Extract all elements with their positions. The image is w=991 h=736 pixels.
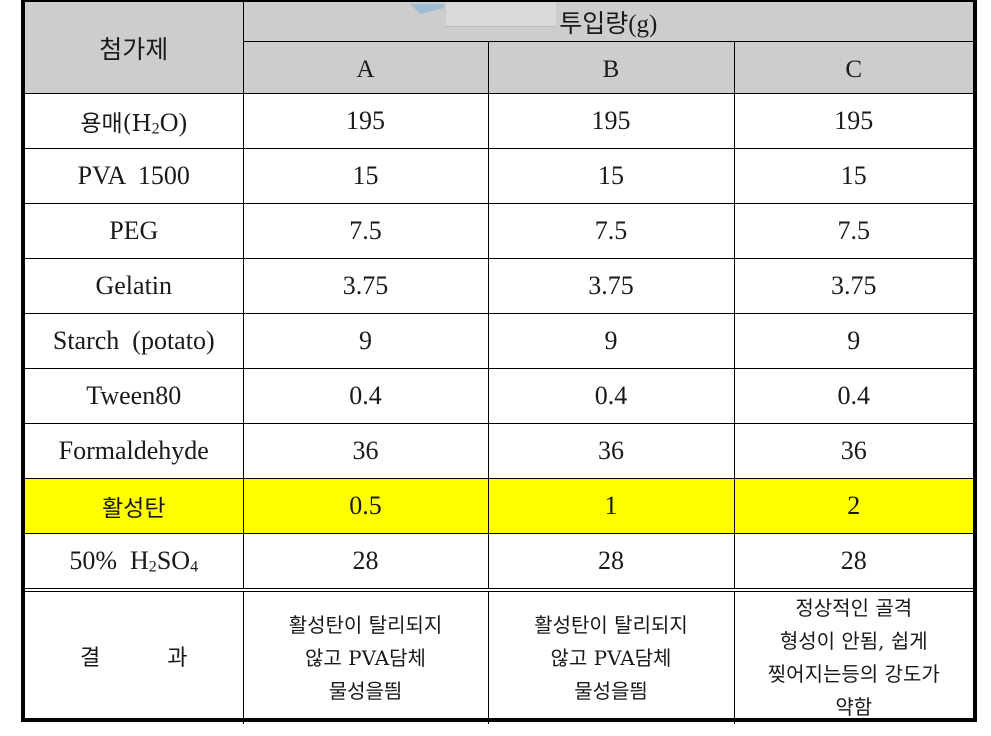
row-label-peg: PEG — [25, 203, 244, 259]
header-col-b: B — [487, 41, 735, 94]
cell-value: 9 — [242, 313, 489, 369]
cell-value: 195 — [733, 93, 974, 149]
cell-value: 7.5 — [733, 203, 974, 259]
table-row: 50% H2SO4 28 28 28 — [25, 533, 974, 592]
overlay-artifact-box — [446, 2, 556, 27]
result-row: 결 과 활성탄이 탈리되지 않고 PVA담체 물성을띔 활성탄이 탈리되지 않고… — [25, 589, 974, 724]
cell-value: 9 — [487, 313, 735, 369]
cell-value: 15 — [487, 148, 735, 204]
cell-value: 195 — [487, 93, 735, 149]
cell-value: 36 — [487, 423, 735, 479]
cell-value: 0.5 — [242, 478, 489, 534]
table-row: PVA 1500 15 15 15 — [25, 148, 974, 204]
cell-value: 3.75 — [242, 258, 489, 314]
table-row-highlighted: 활성탄 0.5 1 2 — [25, 478, 974, 534]
cell-value: 3.75 — [733, 258, 974, 314]
result-cell-a: 활성탄이 탈리되지 않고 PVA담체 물성을띔 — [242, 589, 489, 724]
result-cell-c: 정상적인 골격 형성이 안됨, 쉽게 찢어지는등의 강도가 약함 — [733, 589, 974, 724]
cell-value: 9 — [733, 313, 974, 369]
additive-table: 첨가제 투입량(g) A B C 용매(H2O) 195 195 195 PVA… — [25, 2, 974, 724]
row-label-tween80: Tween80 — [25, 368, 244, 424]
table-row: 용매(H2O) 195 195 195 — [25, 93, 974, 149]
header-col-a: A — [243, 41, 489, 94]
row-label-pva: PVA 1500 — [25, 148, 244, 204]
header-col-c: C — [733, 41, 974, 94]
header-additive: 첨가제 — [25, 2, 244, 94]
cell-value: 0.4 — [733, 368, 974, 424]
table-row: Tween80 0.4 0.4 0.4 — [25, 368, 974, 424]
additive-table-frame: 첨가제 투입량(g) A B C 용매(H2O) 195 195 195 PVA… — [21, 0, 977, 724]
cell-value: 7.5 — [487, 203, 735, 259]
cell-value: 36 — [733, 423, 974, 479]
row-label-starch: Starch (potato) — [25, 313, 244, 369]
header-amount-label: 투입량(g) — [559, 10, 658, 38]
row-label-result: 결 과 — [25, 589, 244, 724]
cell-value: 15 — [242, 148, 489, 204]
cell-value: 7.5 — [242, 203, 489, 259]
row-label-formaldehyde: Formaldehyde — [25, 423, 244, 479]
header-amount: 투입량(g) — [242, 2, 974, 42]
cell-value: 1 — [487, 478, 735, 534]
cell-value: 28 — [242, 533, 489, 592]
cell-value: 195 — [242, 93, 489, 149]
table-row: Gelatin 3.75 3.75 3.75 — [25, 258, 974, 314]
cell-value: 3.75 — [487, 258, 735, 314]
row-label-gelatin: Gelatin — [25, 258, 244, 314]
cell-value: 0.4 — [487, 368, 735, 424]
table-row: PEG 7.5 7.5 7.5 — [25, 203, 974, 259]
cell-value: 0.4 — [242, 368, 489, 424]
row-label-solvent: 용매(H2O) — [25, 93, 244, 149]
table-row: Starch (potato) 9 9 9 — [25, 313, 974, 369]
row-label-sulfuric-acid: 50% H2SO4 — [25, 533, 244, 592]
cell-value: 15 — [733, 148, 974, 204]
cell-value: 36 — [242, 423, 489, 479]
result-cell-b: 활성탄이 탈리되지 않고 PVA담체 물성을띔 — [487, 589, 735, 724]
cell-value: 2 — [733, 478, 974, 534]
row-label-activated-carbon: 활성탄 — [25, 478, 244, 534]
cell-value: 28 — [733, 533, 974, 592]
cell-value: 28 — [487, 533, 735, 592]
table-row: Formaldehyde 36 36 36 — [25, 423, 974, 479]
